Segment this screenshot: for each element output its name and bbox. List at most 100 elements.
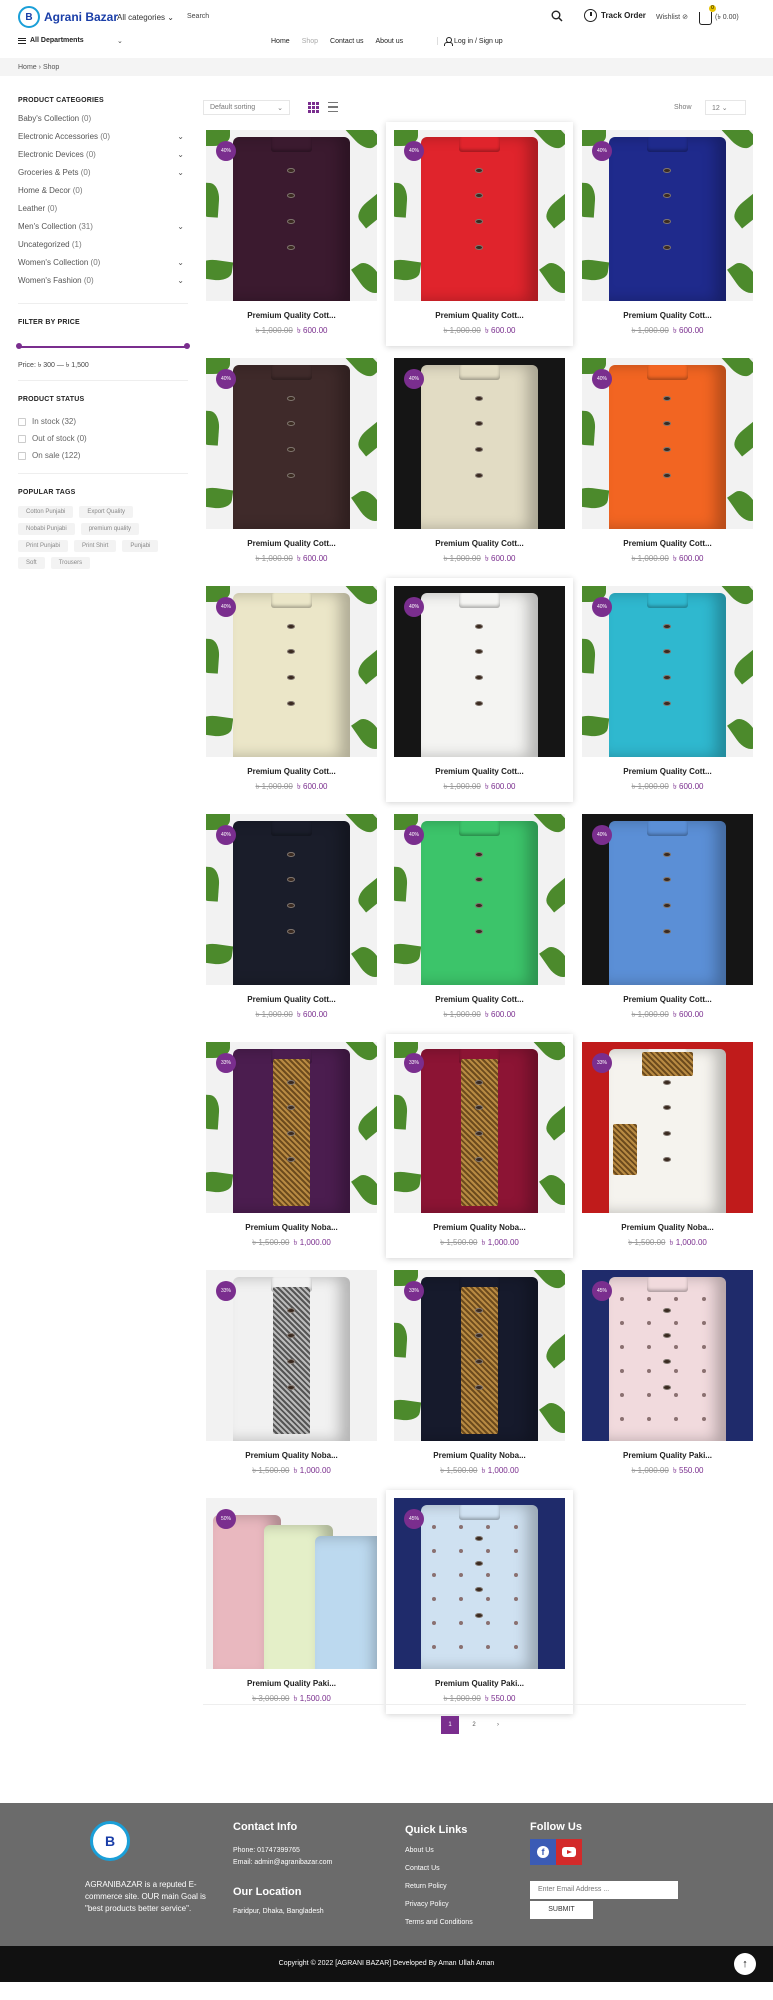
nav-home[interactable]: Home — [271, 38, 290, 45]
product-image[interactable]: 40% — [206, 358, 377, 529]
next-page-icon[interactable]: › — [489, 1716, 507, 1734]
nav-shop[interactable]: Shop — [302, 38, 318, 45]
product-name[interactable]: Premium Quality Cott... — [582, 995, 753, 1004]
tag-item[interactable]: Print Punjabi — [18, 540, 69, 552]
category-item[interactable]: Uncategorized (1) — [18, 240, 188, 258]
contact-email[interactable]: Email: admin@agranibazar.com — [233, 1859, 332, 1866]
category-item[interactable]: Groceries & Pets (0) ⌄ — [18, 168, 188, 186]
page-2[interactable]: 2 — [465, 1716, 483, 1734]
product-image[interactable]: 33% — [206, 1042, 377, 1213]
product-image[interactable]: 40% — [394, 814, 565, 985]
product-image[interactable]: 40% — [206, 814, 377, 985]
category-item[interactable]: Electronic Accessories (0) ⌄ — [18, 132, 188, 150]
footer-logo[interactable]: B — [90, 1821, 130, 1861]
product-name[interactable]: Premium Quality Cott... — [206, 995, 377, 1004]
chevron-down-icon[interactable]: ⌄ — [177, 258, 188, 276]
product-name[interactable]: Premium Quality Cott... — [394, 311, 565, 320]
product-name[interactable]: Premium Quality Paki... — [206, 1679, 377, 1688]
per-page-select[interactable]: 12 ⌄ — [705, 100, 746, 115]
tag-item[interactable]: Trousers — [50, 557, 91, 569]
product-name[interactable]: Premium Quality Cott... — [206, 767, 377, 776]
product-name[interactable]: Premium Quality Cott... — [394, 539, 565, 548]
newsletter-email-input[interactable]: Enter Email Address ... — [530, 1881, 678, 1899]
category-item[interactable]: Women's Collection (0) ⌄ — [18, 258, 188, 276]
product-card[interactable]: 33% Premium Quality Noba... ৳ 1,500.00 ৳ 1,… — [394, 1270, 565, 1478]
status-filter-item[interactable]: In stock (32) — [18, 413, 188, 430]
product-image[interactable]: 40% — [582, 586, 753, 757]
product-card[interactable]: 33% Premium Quality Noba... ৳ 1,500.00 ৳ 1,… — [206, 1270, 377, 1478]
product-card[interactable]: 40% Premium Quality Cott... ৳ 1,000.00 ৳ 60… — [582, 358, 753, 566]
tag-item[interactable]: Nobabi Punjabi — [18, 523, 75, 535]
footer-link[interactable]: Terms and Conditions — [405, 1919, 473, 1926]
category-item[interactable]: Baby's Collection (0) — [18, 114, 188, 132]
grid-view-icon[interactable] — [308, 102, 319, 113]
sort-select[interactable]: Default sorting ⌄ — [203, 100, 290, 115]
login-link[interactable]: Log in / Sign up — [437, 37, 503, 46]
product-card[interactable]: 33% Premium Quality Noba... ৳ 1,500.00 ৳ 1,… — [206, 1042, 377, 1250]
product-card[interactable]: 45% Premium Quality Paki... ৳ 1,000.00 ৳ 55… — [386, 1490, 573, 1714]
tag-item[interactable]: Print Shirt — [74, 540, 117, 552]
tag-item[interactable]: Punjabi — [122, 540, 159, 552]
tag-item[interactable]: Soft — [18, 557, 45, 569]
product-card[interactable]: 40% Premium Quality Cott... ৳ 1,000.00 ৳ 60… — [582, 130, 753, 338]
product-card[interactable]: 40% Premium Quality Cott... ৳ 1,000.00 ৳ 60… — [386, 578, 573, 802]
product-image[interactable]: 45% — [394, 1498, 565, 1669]
category-item[interactable]: Women's Fashion (0) ⌄ — [18, 276, 188, 294]
product-image[interactable]: 40% — [394, 358, 565, 529]
product-card[interactable]: 40% Premium Quality Cott... ৳ 1,000.00 ৳ 60… — [206, 358, 377, 566]
nav-about[interactable]: About us — [376, 38, 404, 45]
product-card[interactable]: 40% Premium Quality Cott... ৳ 1,000.00 ৳ 60… — [394, 814, 565, 1022]
category-item[interactable]: Men's Collection (31) ⌄ — [18, 222, 188, 240]
product-image[interactable]: 40% — [394, 130, 565, 301]
chevron-down-icon[interactable]: ⌄ — [177, 168, 188, 186]
search-icon[interactable] — [551, 10, 563, 22]
product-name[interactable]: Premium Quality Noba... — [394, 1451, 565, 1460]
site-logo[interactable]: B Agrani Bazar — [18, 6, 118, 28]
product-image[interactable]: 33% — [394, 1270, 565, 1441]
product-name[interactable]: Premium Quality Paki... — [582, 1451, 753, 1460]
product-image[interactable]: 50% — [206, 1498, 377, 1669]
wishlist-link[interactable]: Wishlist ⊘ — [656, 13, 688, 21]
product-card[interactable]: 40% Premium Quality Cott... ৳ 1,000.00 ৳ 60… — [394, 358, 565, 566]
product-name[interactable]: Premium Quality Noba... — [206, 1451, 377, 1460]
product-name[interactable]: Premium Quality Cott... — [394, 995, 565, 1004]
product-image[interactable]: 33% — [206, 1270, 377, 1441]
youtube-icon[interactable] — [556, 1839, 582, 1865]
product-image[interactable]: 45% — [582, 1270, 753, 1441]
checkbox[interactable] — [18, 417, 26, 426]
product-name[interactable]: Premium Quality Noba... — [206, 1223, 377, 1232]
page-1[interactable]: 1 — [441, 1716, 459, 1734]
product-name[interactable]: Premium Quality Cott... — [582, 767, 753, 776]
product-name[interactable]: Premium Quality Cott... — [582, 311, 753, 320]
product-name[interactable]: Premium Quality Cott... — [206, 539, 377, 548]
price-slider[interactable] — [16, 343, 190, 349]
product-card[interactable]: 45% Premium Quality Paki... ৳ 1,000.00 ৳ 55… — [582, 1270, 753, 1478]
product-card[interactable]: 40% Premium Quality Cott... ৳ 1,000.00 ৳ 60… — [206, 814, 377, 1022]
product-card[interactable]: 40% Premium Quality Cott... ৳ 1,000.00 ৳ 60… — [206, 130, 377, 338]
chevron-down-icon[interactable]: ⌄ — [177, 132, 188, 150]
product-name[interactable]: Premium Quality Noba... — [582, 1223, 753, 1232]
chevron-down-icon[interactable]: ⌄ — [177, 222, 188, 240]
product-name[interactable]: Premium Quality Paki... — [394, 1679, 565, 1688]
product-image[interactable]: 33% — [394, 1042, 565, 1213]
category-select[interactable]: All categories ⌄ — [117, 13, 174, 22]
product-image[interactable]: 40% — [206, 130, 377, 301]
footer-link[interactable]: Privacy Policy — [405, 1901, 473, 1908]
category-item[interactable]: Leather (0) — [18, 204, 188, 222]
cart-button[interactable]: 0 (৳ 0.00) — [699, 5, 739, 25]
chevron-down-icon[interactable]: ⌄ — [177, 150, 188, 168]
footer-link[interactable]: Return Policy — [405, 1883, 473, 1890]
product-image[interactable]: 33% — [582, 1042, 753, 1213]
product-name[interactable]: Premium Quality Cott... — [206, 311, 377, 320]
category-item[interactable]: Home & Decor (0) — [18, 186, 188, 204]
product-card[interactable]: 40% Premium Quality Cott... ৳ 1,000.00 ৳ 60… — [206, 586, 377, 794]
product-name[interactable]: Premium Quality Cott... — [582, 539, 753, 548]
search-input[interactable]: Search — [187, 13, 209, 20]
all-departments-button[interactable]: All Departments — [18, 37, 84, 44]
category-item[interactable]: Electronic Devices (0) ⌄ — [18, 150, 188, 168]
footer-link[interactable]: Contact Us — [405, 1865, 473, 1872]
product-image[interactable]: 40% — [582, 358, 753, 529]
facebook-icon[interactable]: f — [530, 1839, 556, 1865]
product-name[interactable]: Premium Quality Cott... — [394, 767, 565, 776]
product-card[interactable]: 33% Premium Quality Noba... ৳ 1,500.00 ৳ 1,… — [582, 1042, 753, 1250]
